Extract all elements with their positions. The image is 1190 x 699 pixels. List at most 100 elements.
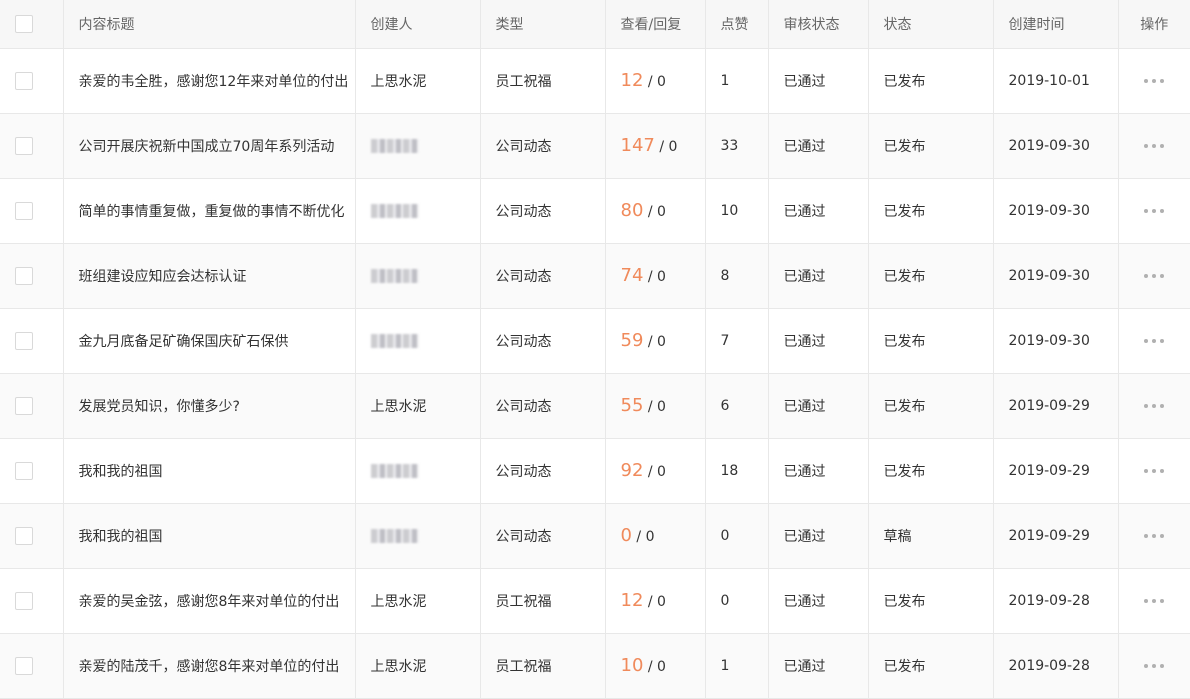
header-created-at[interactable]: 创建时间 (993, 0, 1119, 49)
row-review-status: 已通过 (768, 113, 869, 179)
row-review-status: 已通过 (768, 178, 869, 244)
row-select-cell (0, 633, 64, 699)
table-row[interactable]: 简单的事情重复做，重复做的事情不断优化 公司动态 80 / 0 10 已通过 已… (0, 178, 1190, 244)
table-row[interactable]: 亲爱的吴金弦，感谢您8年来对单位的付出 上思水泥 员工祝福 12 / 0 0 已… (0, 568, 1190, 634)
table-body: 亲爱的韦全胜，感谢您12年来对单位的付出 上思水泥 员工祝福 12 / 0 1 … (0, 48, 1190, 699)
row-views-separator: / (647, 74, 658, 90)
row-creator-name: 上思水泥 (370, 398, 427, 415)
row-status: 已发布 (868, 48, 994, 114)
table-row[interactable]: 发展党员知识，你懂多少? 上思水泥 公司动态 55 / 0 6 已通过 已发布 … (0, 373, 1190, 439)
row-title[interactable]: 发展党员知识，你懂多少? (63, 373, 356, 439)
row-views-separator: / (647, 269, 658, 285)
row-views-count: 59 (620, 330, 644, 351)
row-title[interactable]: 金九月底备足矿确保国庆矿石保供 (63, 308, 356, 374)
row-status: 已发布 (868, 308, 994, 374)
row-checkbox[interactable] (15, 201, 33, 220)
row-creator-redacted (370, 268, 419, 283)
more-horizontal-icon[interactable] (1143, 143, 1165, 149)
row-review-status: 已通过 (768, 568, 869, 634)
row-likes: 8 (705, 243, 769, 309)
row-views-replies: 0 / 0 (605, 503, 706, 569)
row-checkbox[interactable] (15, 591, 33, 610)
row-checkbox[interactable] (15, 136, 33, 155)
row-creator-name: 上思水泥 (370, 593, 427, 610)
table-row[interactable]: 公司开展庆祝新中国成立70周年系列活动 公司动态 147 / 0 33 已通过 … (0, 113, 1190, 179)
more-horizontal-icon[interactable] (1143, 273, 1165, 279)
row-views-replies: 55 / 0 (605, 373, 706, 439)
header-type[interactable]: 类型 (480, 0, 606, 49)
more-horizontal-icon[interactable] (1143, 403, 1165, 409)
row-checkbox[interactable] (15, 656, 33, 675)
header-status[interactable]: 状态 (868, 0, 994, 49)
table-row[interactable]: 班组建设应知应会达标认证 公司动态 74 / 0 8 已通过 已发布 2019-… (0, 243, 1190, 309)
row-checkbox[interactable] (15, 71, 33, 90)
row-title[interactable]: 简单的事情重复做，重复做的事情不断优化 (63, 178, 356, 244)
row-created-at: 2019-09-29 (993, 503, 1119, 569)
row-select-cell (0, 438, 64, 504)
row-checkbox[interactable] (15, 331, 33, 350)
row-title[interactable]: 亲爱的韦全胜，感谢您12年来对单位的付出 (63, 48, 356, 114)
row-checkbox[interactable] (15, 461, 33, 480)
row-actions (1118, 243, 1190, 309)
header-review-status[interactable]: 审核状态 (768, 0, 869, 49)
row-status: 已发布 (868, 178, 994, 244)
row-creator-name: 上思水泥 (370, 658, 427, 675)
row-created-at: 2019-09-30 (993, 178, 1119, 244)
row-select-cell (0, 308, 64, 374)
row-replies-count: 0 (657, 269, 666, 285)
row-checkbox[interactable] (15, 526, 33, 545)
row-creator (355, 113, 481, 179)
row-replies-count: 0 (668, 139, 678, 155)
more-horizontal-icon[interactable] (1143, 338, 1165, 344)
row-checkbox[interactable] (15, 396, 33, 415)
table-row[interactable]: 亲爱的韦全胜，感谢您12年来对单位的付出 上思水泥 员工祝福 12 / 0 1 … (0, 48, 1190, 114)
row-title[interactable]: 我和我的祖国 (63, 438, 356, 504)
row-title[interactable]: 班组建设应知应会达标认证 (63, 243, 356, 309)
row-status: 已发布 (868, 373, 994, 439)
row-views-separator: / (647, 399, 658, 415)
row-review-status: 已通过 (768, 373, 869, 439)
row-views-count: 0 (620, 525, 632, 546)
row-title[interactable]: 亲爱的吴金弦，感谢您8年来对单位的付出 (63, 568, 356, 634)
row-creator: 上思水泥 (355, 568, 481, 634)
row-status: 已发布 (868, 633, 994, 699)
row-views-separator: / (647, 334, 658, 350)
table-row[interactable]: 亲爱的陆茂千，感谢您8年来对单位的付出 上思水泥 员工祝福 10 / 0 1 已… (0, 633, 1190, 699)
more-horizontal-icon[interactable] (1143, 208, 1165, 214)
row-title[interactable]: 我和我的祖国 (63, 503, 356, 569)
more-horizontal-icon[interactable] (1143, 533, 1165, 539)
row-title[interactable]: 公司开展庆祝新中国成立70周年系列活动 (63, 113, 356, 179)
header-actions: 操作 (1118, 0, 1190, 49)
table-row[interactable]: 金九月底备足矿确保国庆矿石保供 公司动态 59 / 0 7 已通过 已发布 20… (0, 308, 1190, 374)
row-creator-redacted (370, 463, 419, 478)
more-horizontal-icon[interactable] (1143, 663, 1165, 669)
row-likes: 6 (705, 373, 769, 439)
more-horizontal-icon[interactable] (1143, 78, 1165, 84)
row-creator (355, 438, 481, 504)
header-likes[interactable]: 点赞 (705, 0, 769, 49)
header-views-replies[interactable]: 查看/回复 (605, 0, 706, 49)
more-horizontal-icon[interactable] (1143, 468, 1165, 474)
row-checkbox[interactable] (15, 266, 33, 285)
row-type: 公司动态 (480, 503, 606, 569)
header-title[interactable]: 内容标题 (63, 0, 356, 49)
row-status: 已发布 (868, 438, 994, 504)
select-all-checkbox[interactable] (15, 14, 33, 33)
table-row[interactable]: 我和我的祖国 公司动态 0 / 0 0 已通过 草稿 2019-09-29 (0, 503, 1190, 569)
row-views-replies: 80 / 0 (605, 178, 706, 244)
more-horizontal-icon[interactable] (1143, 598, 1165, 604)
row-views-replies: 12 / 0 (605, 48, 706, 114)
row-actions (1118, 373, 1190, 439)
row-actions (1118, 113, 1190, 179)
row-actions (1118, 568, 1190, 634)
row-title[interactable]: 亲爱的陆茂千，感谢您8年来对单位的付出 (63, 633, 356, 699)
table-row[interactable]: 我和我的祖国 公司动态 92 / 0 18 已通过 已发布 2019-09-29 (0, 438, 1190, 504)
row-created-at: 2019-09-29 (993, 438, 1119, 504)
row-review-status: 已通过 (768, 438, 869, 504)
row-likes: 0 (705, 568, 769, 634)
header-creator[interactable]: 创建人 (355, 0, 481, 49)
row-select-cell (0, 503, 64, 569)
row-creator-redacted (370, 333, 419, 348)
header-select-all-cell (0, 0, 64, 49)
row-actions (1118, 178, 1190, 244)
